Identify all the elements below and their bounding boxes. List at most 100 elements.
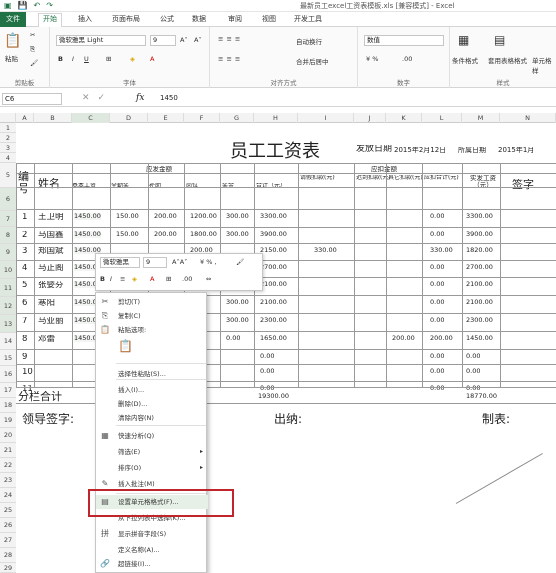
row-id[interactable]: 8 xyxy=(22,335,27,344)
value-cell[interactable]: 330.00 xyxy=(430,247,453,254)
italic-button[interactable]: I xyxy=(72,55,74,63)
value-cell[interactable]: 200.00 xyxy=(154,213,177,220)
value-cell[interactable]: 2100.00 xyxy=(260,299,287,306)
value-cell[interactable]: 300.00 xyxy=(226,231,249,238)
row-id[interactable]: 1 xyxy=(22,213,27,222)
row-header[interactable]: 11 xyxy=(0,279,16,297)
align-left-icon[interactable]: ≡≡≡ xyxy=(218,55,243,63)
mini-fill-color-icon[interactable]: ◈ xyxy=(132,275,137,283)
value-cell[interactable]: 150.00 xyxy=(116,213,139,220)
value-cell[interactable]: 1650.00 xyxy=(260,335,287,342)
shrink-font-icon[interactable]: A˅ xyxy=(194,36,202,44)
value-cell[interactable]: 0.00 xyxy=(260,368,274,375)
tab-file[interactable]: 文件 xyxy=(0,12,26,27)
value-cell[interactable]: 0.00 xyxy=(466,368,480,375)
mini-font-color-icon[interactable]: A xyxy=(150,275,154,283)
column-header-d[interactable]: D xyxy=(110,113,148,123)
mini-align-icon[interactable]: ≡ xyxy=(120,275,125,283)
tab-insert[interactable]: 插入 xyxy=(78,14,92,24)
context-menu-item[interactable]: 插入(I)... xyxy=(96,383,208,397)
value-cell[interactable]: 3900.00 xyxy=(466,231,493,238)
value-cell[interactable]: 2150.00 xyxy=(260,247,287,254)
formula-input[interactable]: 1450 xyxy=(160,94,178,102)
row-header[interactable]: 18 xyxy=(0,398,16,413)
value-cell[interactable]: 300.00 xyxy=(226,317,249,324)
value-cell[interactable]: 1800.00 xyxy=(190,231,217,238)
mini-currency-icon[interactable]: ¥ % , xyxy=(200,258,217,266)
value-cell[interactable]: 2700.00 xyxy=(466,264,493,271)
merge-center-button[interactable]: 合并后居中 xyxy=(296,56,329,66)
value-cell[interactable]: 0.00 xyxy=(430,317,444,324)
value-cell[interactable]: 1450.00 xyxy=(74,213,101,221)
row-header[interactable]: 14 xyxy=(0,333,16,350)
value-cell[interactable]: 0.00 xyxy=(430,281,444,288)
row-header[interactable]: 17 xyxy=(0,383,16,398)
value-cell[interactable]: 0.00 xyxy=(430,353,444,360)
mini-font-combo[interactable]: 微软雅黑 xyxy=(100,257,140,268)
value-cell[interactable]: 2700.00 xyxy=(260,264,287,271)
context-menu-item[interactable]: 筛选(E) ▸ xyxy=(96,445,208,459)
currency-icon[interactable]: ¥ % xyxy=(366,55,378,63)
mini-italic-button[interactable]: I xyxy=(110,275,112,283)
insert-function-icon[interactable]: fx xyxy=(136,93,144,103)
context-menu-item[interactable]: 排序(O) ▸ xyxy=(96,461,208,475)
value-cell[interactable]: 2100.00 xyxy=(260,281,287,288)
column-header-b[interactable]: B xyxy=(34,113,72,123)
row-header[interactable]: 20 xyxy=(0,428,16,443)
row-id[interactable]: 5 xyxy=(22,281,27,290)
number-format-combo[interactable]: 数值 xyxy=(364,35,444,46)
row-header[interactable]: 5 xyxy=(0,163,16,188)
value-cell[interactable]: 1450.00 xyxy=(466,335,493,342)
wrap-text-button[interactable]: 自动换行 xyxy=(296,36,322,46)
font-color-icon[interactable]: A xyxy=(150,55,154,63)
font-size-combo[interactable]: 9 xyxy=(150,35,176,46)
row-header[interactable]: 16 xyxy=(0,366,16,383)
row-header[interactable]: 19 xyxy=(0,413,16,428)
bold-button[interactable]: B xyxy=(58,55,63,63)
context-menu-item[interactable]: ⎘ 复制(C) xyxy=(96,309,208,323)
column-header-g[interactable]: G xyxy=(220,113,254,123)
column-header-f[interactable]: F xyxy=(184,113,220,123)
column-header-j[interactable]: J xyxy=(354,113,386,123)
tab-review[interactable]: 审阅 xyxy=(228,14,242,24)
row-header[interactable]: 22 xyxy=(0,458,16,473)
mini-format-painter-icon[interactable]: 🖌 xyxy=(236,258,244,266)
employee-name[interactable]: 邓蕾 xyxy=(38,335,55,344)
value-cell[interactable]: 2300.00 xyxy=(466,317,493,324)
value-cell[interactable]: 0.00 xyxy=(466,353,480,360)
conditional-format-button[interactable]: 条件格式 xyxy=(452,55,478,65)
paste-icon[interactable]: 📋 xyxy=(4,33,21,49)
column-header-m[interactable]: M xyxy=(462,113,500,123)
context-menu-item[interactable]: ✂ 剪切(T) xyxy=(96,295,208,309)
cell-styles-button[interactable]: 单元格样 xyxy=(532,55,556,75)
value-cell[interactable]: 0.00 xyxy=(260,353,274,360)
mini-merge-icon[interactable]: ⇔ xyxy=(206,275,211,283)
row-header[interactable]: 12 xyxy=(0,297,16,315)
value-cell[interactable]: 0.00 xyxy=(430,299,444,306)
context-menu-item[interactable]: 拼 显示拼音字段(S) xyxy=(96,527,208,541)
row-header[interactable]: 27 xyxy=(0,533,16,548)
row-header[interactable]: 28 xyxy=(0,548,16,563)
column-header-l[interactable]: L xyxy=(422,113,462,123)
value-cell[interactable]: 300.00 xyxy=(226,213,249,220)
row-header[interactable]: 15 xyxy=(0,350,16,366)
value-cell[interactable]: 3900.00 xyxy=(260,231,287,238)
tab-home[interactable]: 开始 xyxy=(38,13,62,27)
column-header-n[interactable]: N xyxy=(500,113,556,123)
value-cell[interactable]: 300.00 xyxy=(226,299,249,306)
context-menu-item[interactable]: 📋 粘贴选项: xyxy=(96,323,208,337)
context-menu-item[interactable]: 清除内容(N) xyxy=(96,411,208,425)
employee-name[interactable]: 马国鑫 xyxy=(38,231,64,240)
row-header[interactable]: 7 xyxy=(0,211,16,227)
row-header[interactable]: 25 xyxy=(0,503,16,518)
row-id[interactable]: 10 xyxy=(22,368,33,377)
name-box[interactable]: C6 xyxy=(2,93,62,105)
tab-data[interactable]: 数据 xyxy=(192,14,206,24)
value-cell[interactable]: 200.00 xyxy=(154,231,177,238)
row-header[interactable]: 9 xyxy=(0,244,16,261)
copy-icon[interactable]: ⎘ xyxy=(30,45,35,54)
context-menu-item[interactable]: ▦ 快速分析(Q) xyxy=(96,429,208,443)
value-cell[interactable]: 1450.00 xyxy=(74,231,101,239)
cut-icon[interactable]: ✂ xyxy=(30,31,35,39)
row-id[interactable]: 2 xyxy=(22,231,27,240)
